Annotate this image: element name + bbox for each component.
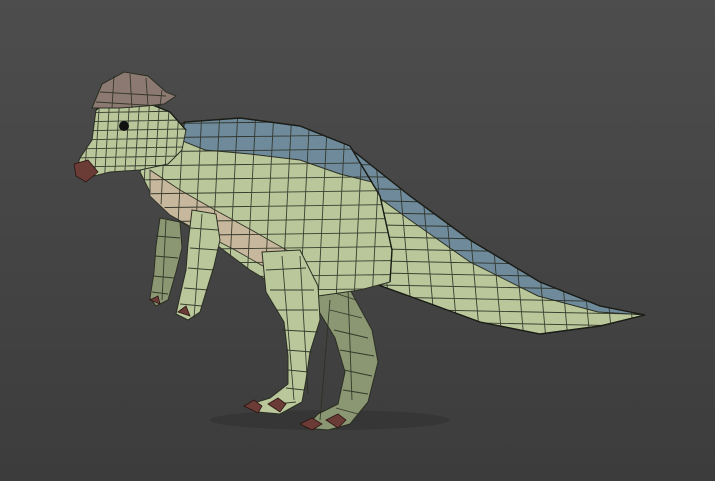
viewport-canvas[interactable]: [0, 0, 715, 481]
eye: [119, 121, 129, 131]
3d-viewport[interactable]: [0, 0, 715, 481]
